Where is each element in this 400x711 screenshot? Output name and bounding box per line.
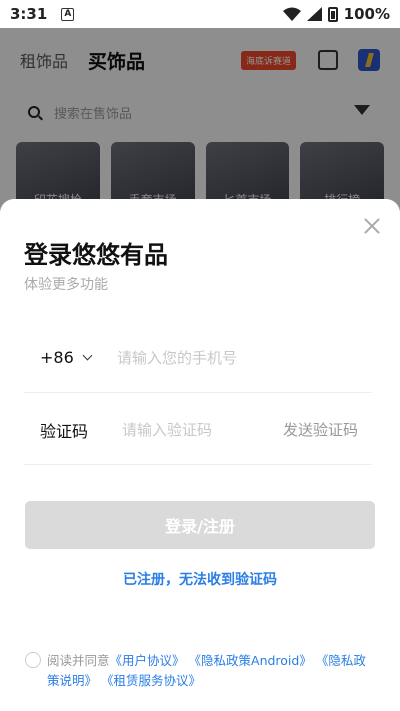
agreement-checkbox[interactable]	[25, 652, 41, 668]
login-register-button[interactable]: 登录/注册	[25, 501, 375, 549]
phone-input[interactable]	[117, 348, 317, 367]
status-right: 100%	[282, 5, 390, 23]
agreement: 阅读并同意《用户协议》 《隐私政策Android》 《隐私政策说明》 《租赁服务…	[25, 651, 377, 691]
privacy-policy-android-link[interactable]: 《隐私政策Android》	[189, 653, 312, 668]
country-code-select[interactable]: +86	[24, 348, 76, 367]
login-subtitle: 体验更多功能	[24, 277, 108, 293]
close-icon[interactable]	[362, 216, 382, 236]
agreement-text: 阅读并同意《用户协议》 《隐私政策Android》 《隐私政策说明》 《租赁服务…	[25, 651, 377, 691]
rental-service-agreement-link[interactable]: 《租赁服务协议》	[101, 673, 201, 688]
battery-icon	[327, 6, 338, 22]
phone-row: +86	[24, 323, 372, 393]
code-row: 验证码 发送验证码	[24, 395, 372, 465]
wifi-icon	[282, 7, 301, 21]
cant-receive-code-link[interactable]: 已注册，无法收到验证码	[0, 569, 400, 589]
code-input[interactable]	[122, 420, 272, 439]
code-label: 验证码	[40, 421, 89, 441]
signal-icon	[306, 7, 322, 21]
notification-icon: A	[61, 7, 75, 21]
chevron-down-icon[interactable]	[82, 350, 93, 361]
login-title: 登录悠悠有品	[24, 241, 168, 269]
agreement-prefix: 阅读并同意	[47, 653, 110, 668]
user-agreement-link[interactable]: 《用户协议》	[110, 653, 185, 668]
status-bar: 3:31 A 100%	[0, 0, 400, 28]
status-time: 3:31	[10, 5, 48, 23]
login-sheet: 登录悠悠有品 体验更多功能 +86 验证码 发送验证码 登录/注册 已注册，无法…	[0, 199, 400, 711]
battery-percent: 100%	[343, 5, 390, 23]
send-code-button[interactable]: 发送验证码	[283, 419, 358, 440]
